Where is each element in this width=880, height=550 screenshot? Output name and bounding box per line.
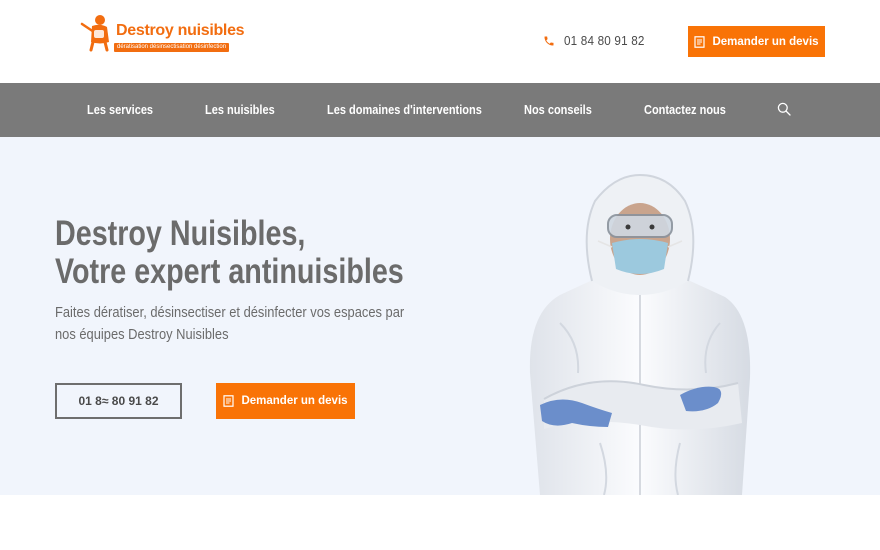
hero-image-technician: [529, 173, 751, 495]
hero-section: Destroy Nuisibles, Votre expert antinuis…: [0, 137, 880, 495]
phone-icon: [544, 36, 554, 45]
hero-title-line-2: Votre expert antinuisibles: [55, 252, 404, 291]
main-navigation: Les services Les nuisibles Les domaines …: [0, 83, 880, 137]
site-header: Destroy nuisibles dératisation désinsect…: [0, 0, 880, 83]
nav-item-conseils[interactable]: Nos conseils: [524, 83, 592, 137]
hero-subtitle: Faites dératiser, désinsectiser et désin…: [55, 304, 405, 343]
nav-item-services[interactable]: Les services: [87, 83, 153, 137]
header-phone-number[interactable]: 01 84 80 91 82: [564, 33, 645, 48]
nav-item-nuisibles[interactable]: Les nuisibles: [205, 83, 275, 137]
header-quote-label: Demander un devis: [712, 35, 819, 48]
hero-phone-button[interactable]: 01 8≈ 80 91 82: [55, 383, 182, 419]
header-quote-button[interactable]: Demander un devis: [688, 26, 825, 57]
hero-quote-button[interactable]: Demander un devis: [216, 383, 355, 419]
hero-quote-label: Demander un devis: [241, 395, 348, 407]
header-phone[interactable]: 01 84 80 91 82: [543, 33, 654, 48]
nav-item-contact[interactable]: Contactez nous: [644, 83, 726, 137]
hero-title: Destroy Nuisibles, Votre expert antinuis…: [55, 215, 404, 291]
nav-item-domaines[interactable]: Les domaines d'interventions: [327, 83, 482, 137]
hero-title-line-1: Destroy Nuisibles,: [55, 214, 306, 253]
document-icon: [223, 395, 235, 407]
hero-phone-label: 01 8≈ 80 91 82: [78, 394, 159, 408]
logo-tagline: dératisation désinsectisation désinfecti…: [114, 43, 230, 52]
content-band: [0, 495, 880, 550]
site-logo[interactable]: Destroy nuisibles dératisation désinsect…: [80, 10, 245, 54]
logo-title: Destroy nuisibles: [116, 22, 245, 39]
document-icon: [694, 35, 706, 48]
search-icon[interactable]: [777, 102, 791, 116]
